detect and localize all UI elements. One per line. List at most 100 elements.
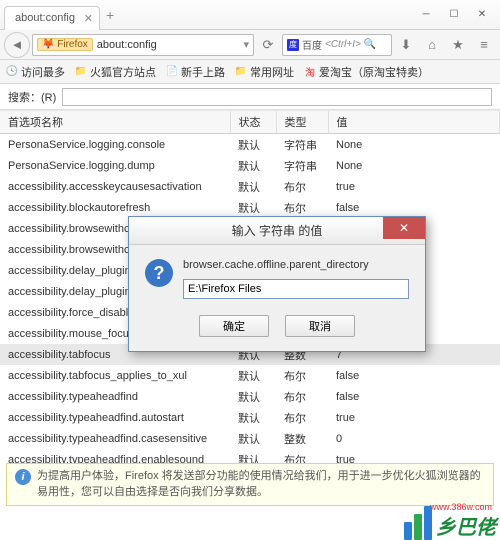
close-button[interactable]: ✕ bbox=[468, 5, 496, 25]
bookmark-icon: 📁 bbox=[75, 66, 87, 78]
dialog-close-button[interactable]: ✕ bbox=[383, 217, 425, 239]
watermark-text: 乡巴佬 bbox=[436, 511, 496, 540]
dialog-title: 输入 字符串 的值 bbox=[232, 222, 323, 239]
browser-tab[interactable]: about:config ✕ bbox=[4, 6, 100, 30]
cell-name: accessibility.typeaheadfind.casesensitiv… bbox=[0, 428, 230, 449]
cell-status: 默认 bbox=[230, 155, 276, 176]
search-engine-icon: 度 bbox=[287, 39, 299, 51]
cell-value: None bbox=[328, 155, 500, 176]
cell-status: 默认 bbox=[230, 365, 276, 386]
filter-input[interactable] bbox=[62, 88, 492, 106]
new-tab-button[interactable]: + bbox=[106, 7, 114, 23]
filter-row: 搜索：(R) bbox=[0, 84, 500, 110]
bookmarks-menu-button[interactable]: ★ bbox=[446, 34, 470, 56]
cell-name: accessibility.typeaheadfind bbox=[0, 386, 230, 407]
table-row[interactable]: accessibility.typeaheadfind.autostart默认布… bbox=[0, 407, 500, 428]
bookmark-label: 火狐官方站点 bbox=[90, 64, 156, 80]
col-type[interactable]: 类型 bbox=[276, 111, 328, 134]
cell-name: PersonaService.logging.dump bbox=[0, 155, 230, 176]
cell-status: 默认 bbox=[230, 176, 276, 197]
search-box[interactable]: 度 百度 <Ctrl+I> 🔍 bbox=[282, 34, 392, 56]
dropdown-icon[interactable]: ▾ bbox=[243, 38, 249, 51]
search-go-icon[interactable]: 🔍 bbox=[364, 39, 376, 50]
info-bar: i 为提高用户体验，Firefox 将发送部分功能的使用情况给我们，用于进一步优… bbox=[6, 463, 494, 506]
table-row[interactable]: PersonaService.logging.console默认字符串None bbox=[0, 134, 500, 156]
cell-type: 布尔 bbox=[276, 386, 328, 407]
cancel-button[interactable]: 取消 bbox=[285, 315, 355, 337]
downloads-button[interactable]: ⬇ bbox=[394, 34, 418, 56]
navbar: ◄ 🦊 Firefox about:config ▾ ⟳ 度 百度 <Ctrl+… bbox=[0, 30, 500, 60]
cell-status: 默认 bbox=[230, 386, 276, 407]
bookmarks-bar: 🕓访问最多📁火狐官方站点📄新手上路📁常用网址淘爱淘宝（原淘宝特卖） bbox=[0, 60, 500, 84]
table-row[interactable]: accessibility.typeaheadfind.casesensitiv… bbox=[0, 428, 500, 449]
minimize-button[interactable]: ─ bbox=[412, 5, 440, 25]
search-placeholder: <Ctrl+I> bbox=[325, 39, 361, 50]
filter-label: 搜索：(R) bbox=[8, 89, 56, 105]
bookmark-label: 新手上路 bbox=[181, 64, 225, 80]
cell-type: 布尔 bbox=[276, 365, 328, 386]
cell-name: accessibility.typeaheadfind.autostart bbox=[0, 407, 230, 428]
back-button[interactable]: ◄ bbox=[4, 32, 30, 58]
cell-status: 默认 bbox=[230, 197, 276, 218]
table-row[interactable]: accessibility.tabfocus_applies_to_xul默认布… bbox=[0, 365, 500, 386]
tab-title: about:config bbox=[15, 12, 75, 24]
cell-value: 0 bbox=[328, 428, 500, 449]
bookmark-item[interactable]: 📄新手上路 bbox=[166, 64, 225, 80]
watermark: 乡巴佬 bbox=[404, 506, 496, 540]
cell-name: accessibility.blockautorefresh bbox=[0, 197, 230, 218]
menu-button[interactable]: ≡ bbox=[472, 34, 496, 56]
cell-name: accessibility.tabfocus_applies_to_xul bbox=[0, 365, 230, 386]
search-engine-label: 百度 bbox=[302, 37, 322, 52]
cell-status: 默认 bbox=[230, 134, 276, 156]
home-button[interactable]: ⌂ bbox=[420, 34, 444, 56]
tab-close-icon[interactable]: ✕ bbox=[84, 12, 93, 25]
cell-type: 布尔 bbox=[276, 197, 328, 218]
dialog-input[interactable] bbox=[183, 279, 409, 299]
url-box[interactable]: 🦊 Firefox about:config ▾ bbox=[32, 34, 254, 56]
titlebar: about:config ✕ + ─ ☐ ✕ bbox=[0, 0, 500, 30]
input-dialog: 输入 字符串 的值 ✕ ? browser.cache.offline.pare… bbox=[128, 216, 426, 352]
watermark-logo-icon bbox=[404, 506, 432, 540]
table-row[interactable]: accessibility.accesskeycausesactivation默… bbox=[0, 176, 500, 197]
table-row[interactable]: accessibility.typeaheadfind默认布尔false bbox=[0, 386, 500, 407]
cell-type: 字符串 bbox=[276, 134, 328, 156]
dialog-titlebar[interactable]: 输入 字符串 的值 ✕ bbox=[129, 217, 425, 245]
window-controls: ─ ☐ ✕ bbox=[412, 5, 496, 25]
cell-value: false bbox=[328, 386, 500, 407]
bookmark-icon: 📄 bbox=[166, 66, 178, 78]
bookmark-item[interactable]: 淘爱淘宝（原淘宝特卖） bbox=[304, 64, 429, 80]
cell-type: 字符串 bbox=[276, 155, 328, 176]
bookmark-icon: 🕓 bbox=[6, 66, 18, 78]
info-icon: i bbox=[15, 469, 31, 485]
cell-type: 布尔 bbox=[276, 407, 328, 428]
table-row[interactable]: PersonaService.logging.dump默认字符串None bbox=[0, 155, 500, 176]
bookmark-item[interactable]: 📁火狐官方站点 bbox=[75, 64, 156, 80]
cell-value: false bbox=[328, 197, 500, 218]
cell-value: true bbox=[328, 407, 500, 428]
dialog-label: browser.cache.offline.parent_directory bbox=[183, 259, 409, 271]
maximize-button[interactable]: ☐ bbox=[440, 5, 468, 25]
col-status[interactable]: 状态 bbox=[230, 111, 276, 134]
bookmark-label: 访问最多 bbox=[21, 64, 65, 80]
cell-type: 整数 bbox=[276, 428, 328, 449]
bookmark-item[interactable]: 📁常用网址 bbox=[235, 64, 294, 80]
bookmark-item[interactable]: 🕓访问最多 bbox=[6, 64, 65, 80]
cell-value: None bbox=[328, 134, 500, 156]
table-row[interactable]: accessibility.blockautorefresh默认布尔false bbox=[0, 197, 500, 218]
cell-value: false bbox=[328, 365, 500, 386]
cell-name: PersonaService.logging.console bbox=[0, 134, 230, 156]
cell-status: 默认 bbox=[230, 407, 276, 428]
reload-button[interactable]: ⟳ bbox=[256, 34, 280, 56]
col-name[interactable]: 首选项名称 bbox=[0, 111, 230, 134]
cell-status: 默认 bbox=[230, 428, 276, 449]
bookmark-label: 常用网址 bbox=[250, 64, 294, 80]
bookmark-label: 爱淘宝（原淘宝特卖） bbox=[319, 64, 429, 80]
url-text: about:config bbox=[97, 39, 240, 51]
col-value[interactable]: 值 bbox=[328, 111, 500, 134]
bookmark-icon: 📁 bbox=[235, 66, 247, 78]
ok-button[interactable]: 确定 bbox=[199, 315, 269, 337]
bookmark-icon: 淘 bbox=[304, 66, 316, 78]
identity-badge[interactable]: 🦊 Firefox bbox=[37, 38, 93, 51]
cell-type: 布尔 bbox=[276, 176, 328, 197]
question-icon: ? bbox=[145, 259, 173, 287]
